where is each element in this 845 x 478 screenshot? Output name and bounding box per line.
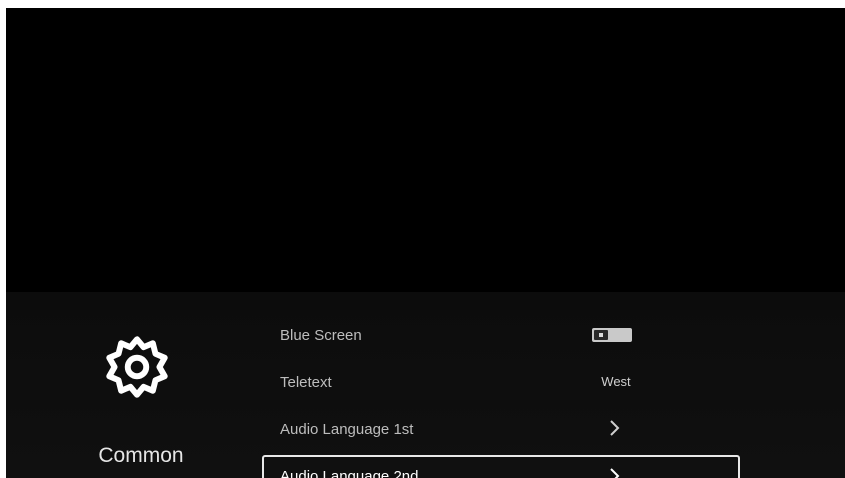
- toggle-knob: [594, 330, 608, 340]
- tv-screen: Common Blue Screen Teletext West Audio L…: [6, 8, 845, 478]
- settings-menu: Blue Screen Teletext West Audio Language…: [262, 312, 740, 478]
- category-label: Common: [98, 444, 184, 467]
- menu-item-blue-screen[interactable]: Blue Screen: [262, 312, 740, 359]
- blue-screen-toggle[interactable]: [592, 328, 632, 342]
- settings-panel: Common Blue Screen Teletext West Audio L…: [6, 292, 845, 478]
- menu-item-teletext[interactable]: Teletext West: [262, 359, 740, 406]
- menu-item-label: Audio Language 2nd: [280, 468, 419, 478]
- menu-item-audio-language-1st[interactable]: Audio Language 1st: [262, 406, 740, 453]
- category-common: Common: [66, 330, 216, 467]
- gear-icon: [106, 336, 168, 398]
- chevron-right-icon: [610, 420, 620, 436]
- chevron-right-icon: [610, 468, 620, 478]
- teletext-value: West: [601, 374, 631, 389]
- menu-item-label: Blue Screen: [280, 327, 362, 344]
- menu-item-label: Teletext: [280, 374, 332, 391]
- menu-item-label: Audio Language 1st: [280, 421, 414, 438]
- menu-item-audio-language-2nd[interactable]: Audio Language 2nd: [262, 455, 740, 478]
